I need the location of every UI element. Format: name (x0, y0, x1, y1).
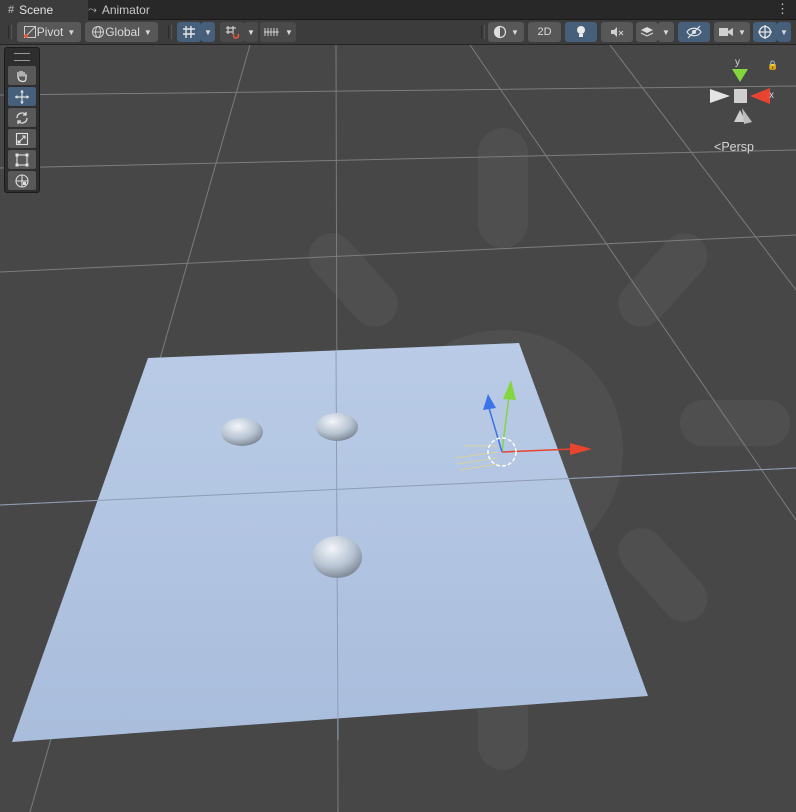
global-dropdown[interactable]: Global ▼ (85, 22, 158, 42)
overlay-drag-handle[interactable] (14, 53, 30, 61)
hand-icon (17, 70, 27, 82)
chevron-down-icon: ▼ (738, 27, 746, 37)
move-icon (15, 89, 29, 104)
transform-tool[interactable] (8, 171, 36, 190)
mode-2d-button[interactable]: 2D (528, 22, 561, 42)
chevron-down-icon: ▼ (511, 27, 519, 37)
grid-snapping-button[interactable] (177, 22, 201, 42)
global-label: Global (105, 25, 140, 39)
rotate-tool[interactable] (8, 108, 36, 127)
tab-bar: # Scene ⤳ Animator ⋮ (0, 0, 796, 20)
gizmos-dropdown[interactable]: ▼ (777, 22, 791, 42)
lighting-toggle[interactable] (565, 22, 597, 42)
move-tool[interactable] (8, 87, 36, 106)
rect-tool[interactable] (8, 150, 36, 169)
tab-animator[interactable]: ⤳ Animator (80, 0, 176, 20)
scene-toolbar: Pivot ▼ Global ▼ ▼ ▼ ▼ ▼ 2D ▼ ▼ ▼ (0, 20, 796, 45)
pivot-icon (23, 26, 36, 38)
grid-snapping-dropdown[interactable]: ▼ (201, 22, 215, 42)
magnet-grid-icon (226, 26, 240, 39)
more-options-icon[interactable]: ⋮ (776, 1, 789, 17)
chevron-down-icon: ▼ (662, 27, 670, 37)
eye-slash-icon (686, 25, 702, 39)
chevron-down-icon: ▼ (143, 27, 152, 37)
gizmo-y-label: y (735, 57, 740, 68)
tab-scene[interactable]: # Scene (0, 0, 88, 20)
rotate-icon (16, 111, 28, 124)
chevron-down-icon: ▼ (67, 27, 76, 37)
grid-icon: # (8, 4, 15, 16)
animator-icon: ⤳ (88, 3, 97, 16)
scale-icon (15, 132, 29, 145)
increment-snap-dropdown[interactable]: ▼ (244, 22, 258, 42)
pivot-dropdown[interactable]: Pivot ▼ (17, 22, 81, 42)
gizmos-toggle[interactable] (753, 22, 777, 42)
increment-snap-button[interactable] (220, 22, 244, 42)
tab-animator-label: Animator (101, 3, 150, 17)
effects-toggle[interactable] (636, 22, 658, 42)
tab-scene-label: Scene (19, 3, 54, 17)
transform-icon (15, 173, 29, 188)
chevron-down-icon: ▼ (247, 27, 255, 37)
effects-dropdown[interactable]: ▼ (658, 22, 674, 42)
gizmo-x-label: x (769, 90, 774, 101)
mode-2d-label: 2D (537, 26, 552, 38)
shading-sphere-icon (493, 25, 507, 39)
camera-icon (719, 28, 734, 36)
toolbar-grip (168, 25, 172, 39)
ruler-dropdown[interactable]: ▼ (260, 22, 296, 42)
scene-viewport[interactable]: y x (0, 45, 796, 812)
pivot-label: Pivot (36, 25, 64, 39)
toolbar-grip (481, 25, 485, 39)
gizmo-center-cube[interactable] (734, 89, 747, 103)
toolbar-grip (8, 25, 12, 39)
sphere-object[interactable] (312, 536, 362, 578)
globe-icon (92, 26, 105, 38)
draw-mode-dropdown[interactable]: ▼ (488, 22, 524, 42)
chevron-down-icon: ▼ (285, 27, 293, 37)
lock-icon[interactable]: 🔒 (767, 60, 778, 71)
grid-snap-icon (183, 26, 195, 38)
projection-toggle[interactable]: <Persp (714, 140, 754, 154)
camera-dropdown[interactable]: ▼ (714, 22, 750, 42)
chevron-down-icon: ▼ (780, 27, 788, 37)
sphere-object[interactable] (221, 418, 263, 446)
hidden-objects-toggle[interactable] (678, 22, 710, 42)
projection-label: Persp (721, 140, 754, 154)
tools-overlay (4, 47, 40, 193)
chevron-down-icon: ▼ (204, 27, 212, 37)
hand-tool[interactable] (8, 66, 36, 85)
layers-icon (640, 27, 654, 37)
lightbulb-icon (577, 26, 585, 37)
scale-tool[interactable] (8, 129, 36, 148)
audio-toggle[interactable] (601, 22, 633, 42)
rect-icon (15, 153, 29, 166)
audio-mute-icon (611, 27, 624, 37)
gizmo-icon (758, 25, 772, 39)
ruler-icon (264, 28, 280, 36)
sphere-object[interactable] (316, 413, 358, 441)
